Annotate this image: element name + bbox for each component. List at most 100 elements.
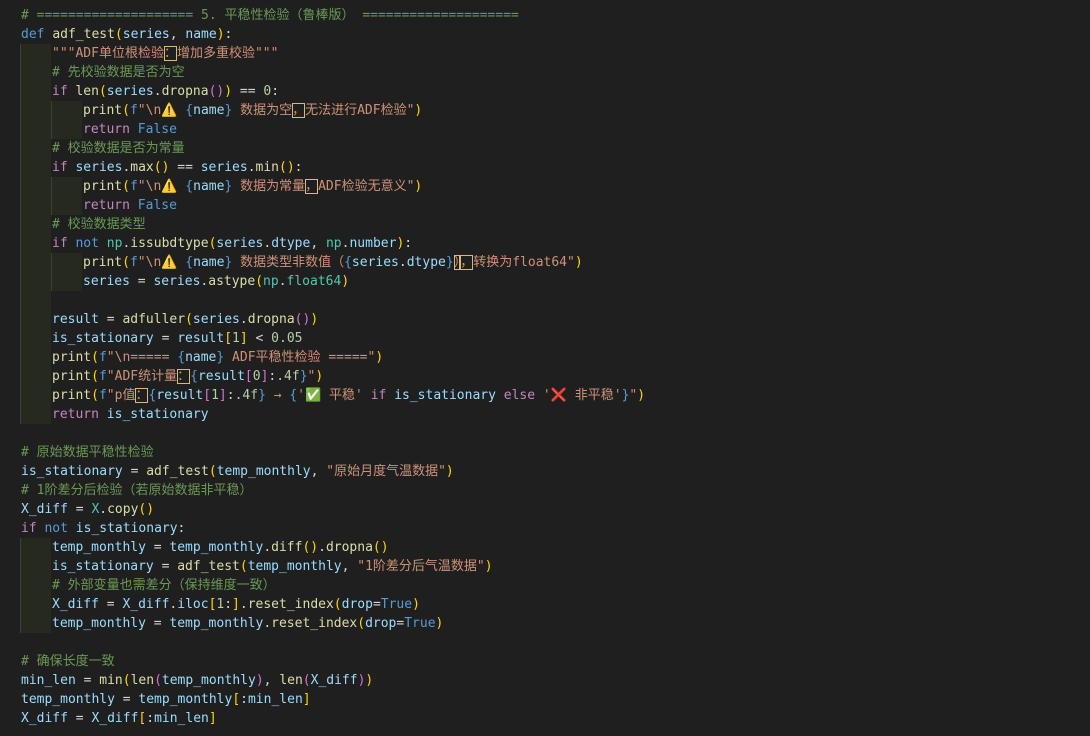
code-token: series: [200, 160, 248, 175]
code-token: name: [193, 103, 225, 118]
code-token: issubdtype: [130, 236, 209, 251]
code-token: .4f: [234, 388, 259, 403]
code-token: ,: [169, 27, 186, 42]
code-line[interactable]: is_stationary = result[1] < 0.05: [20, 329, 1090, 348]
code-line[interactable]: if not np.issubdtype(series.dtype, np.nu…: [20, 234, 1090, 253]
code-token: "\n: [137, 179, 162, 194]
code-line[interactable]: print(f"\n⚠️ {name} 数据为空，无法进行ADF检验"): [20, 101, 1090, 120]
code-token: 非平稳': [566, 388, 622, 403]
code-text: X_diff = X_diff.iloc[1:].reset_index(dro…: [21, 597, 420, 612]
code-token: .: [153, 84, 162, 99]
code-token: """ADF单位根检验: [52, 46, 164, 61]
code-token: ,: [310, 236, 326, 251]
code-line[interactable]: [21, 633, 1090, 652]
code-line[interactable]: result = adfuller(series.dropna()): [20, 310, 1090, 329]
code-token: X_diff: [21, 502, 68, 517]
code-line[interactable]: return False: [20, 196, 1090, 215]
code-token: np: [263, 274, 279, 289]
code-token: number: [349, 236, 397, 251]
code-token: else: [503, 388, 536, 403]
code-token: temp_monthly: [21, 692, 115, 707]
code-token: if: [370, 388, 387, 403]
code-token: dtype: [406, 255, 446, 270]
code-line[interactable]: # ==================== 5. 平稳性检验（鲁棒版） ===…: [21, 6, 1090, 25]
ambiguous-char-highlight: ，: [305, 179, 319, 194]
code-line[interactable]: if not is_stationary:: [21, 519, 1090, 538]
code-line[interactable]: temp_monthly = temp_monthly[:min_len]: [21, 690, 1090, 709]
code-token: "\n=====: [106, 350, 178, 365]
code-token: X_diff: [91, 711, 139, 726]
code-line[interactable]: # 原始数据平稳性检验: [21, 443, 1090, 462]
code-line[interactable]: is_stationary = adf_test(temp_monthly, "…: [20, 557, 1090, 576]
code-text: if len(series.dropna()) == 0:: [21, 84, 279, 99]
code-line[interactable]: print(f"ADF统计量：{result[0]:.4f}"): [20, 367, 1090, 386]
code-line[interactable]: return False: [20, 120, 1090, 139]
code-line[interactable]: return is_stationary: [20, 405, 1090, 424]
code-token: X_diff: [52, 597, 99, 612]
code-token: ==: [232, 84, 264, 99]
code-text: print(f"\n⚠️ {name} 数据为空，无法进行ADF检验"): [21, 103, 422, 118]
code-line[interactable]: [21, 424, 1090, 443]
code-token: name: [185, 27, 217, 42]
code-line[interactable]: # 校验数据类型: [20, 215, 1090, 234]
code-token: "ADF统计量: [106, 369, 178, 384]
code-line[interactable]: X_diff = X.copy(): [21, 500, 1090, 519]
code-token: ]: [239, 331, 248, 346]
code-token: len: [279, 673, 303, 688]
code-line[interactable]: X_diff = X_diff[:min_len]: [21, 709, 1090, 728]
code-token: ): [435, 616, 444, 631]
code-line[interactable]: if series.max() == series.min():: [20, 158, 1090, 177]
code-line[interactable]: is_stationary = adf_test(temp_monthly, "…: [21, 462, 1090, 481]
code-token: # 校验数据是否为常量: [52, 141, 185, 156]
code-line[interactable]: X_diff = X_diff.iloc[1:].reset_index(dro…: [20, 595, 1090, 614]
code-line[interactable]: """ADF单位根检验：增加多重校验""": [20, 44, 1090, 63]
warning-icon: ⚠️: [161, 103, 178, 118]
code-token: :: [226, 388, 235, 403]
code-text: is_stationary = adf_test(temp_monthly, "…: [21, 464, 454, 479]
code-token: temp_monthly: [216, 464, 311, 479]
code-line[interactable]: temp_monthly = temp_monthly.diff().dropn…: [20, 538, 1090, 557]
code-line[interactable]: def adf_test(series, name):: [21, 25, 1090, 44]
code-token: adfuller: [122, 312, 186, 327]
warning-icon: ⚠️: [161, 179, 178, 194]
code-line[interactable]: temp_monthly = temp_monthly.reset_index(…: [20, 614, 1090, 633]
code-line[interactable]: print(f"\n⚠️ {name} 数据类型非数值（{series.dtyp…: [20, 253, 1090, 272]
code-line[interactable]: # 确保长度一致: [21, 652, 1090, 671]
code-area[interactable]: # ==================== 5. 平稳性检验（鲁棒版） ===…: [20, 6, 1090, 728]
code-token: name: [193, 255, 225, 270]
code-token: [: [203, 388, 212, 403]
code-token: ]: [302, 692, 311, 707]
code-token: # 校验数据类型: [52, 217, 146, 232]
code-token: ): [414, 179, 423, 194]
ambiguous-char-highlight: ：: [177, 369, 191, 384]
code-token: result: [52, 312, 99, 327]
code-token: series: [83, 274, 130, 289]
code-line[interactable]: if len(series.dropna()) == 0:: [20, 82, 1090, 101]
code-line[interactable]: # 1阶差分后检验（若原始数据非平稳）: [21, 481, 1090, 500]
code-line[interactable]: print(f"\n⚠️ {name} 数据为常量，ADF检验无意义"): [20, 177, 1090, 196]
code-token: temp_monthly: [138, 692, 233, 707]
code-text: # 外部变量也需差分（保持维度一致）: [21, 578, 276, 593]
code-token: (): [372, 540, 389, 555]
code-token: ): [315, 369, 324, 384]
code-line[interactable]: print(f"\n===== {name} ADF平稳性检验 ====="): [20, 348, 1090, 367]
code-text: print(f"\n===== {name} ADF平稳性检验 ====="): [21, 350, 383, 365]
code-token: dtype: [271, 236, 311, 251]
code-token: (: [357, 616, 366, 631]
code-line[interactable]: min_len = min(len(temp_monthly), len(X_d…: [21, 671, 1090, 690]
code-text: print(f"ADF统计量：{result[0]:.4f}"): [21, 369, 323, 384]
code-line[interactable]: # 先校验数据是否为空: [20, 63, 1090, 82]
code-line[interactable]: series = series.astype(np.float64): [20, 272, 1090, 291]
code-token: max: [130, 160, 154, 175]
code-token: {: [185, 179, 194, 194]
code-line[interactable]: # 校验数据是否为常量: [20, 139, 1090, 158]
code-line[interactable]: [20, 291, 1090, 310]
code-token: 数据为常量: [232, 179, 306, 194]
code-token: adf_test: [52, 27, 115, 42]
code-line[interactable]: print(f"p值：{result[1]:.4f} → {'✅ 平稳' if …: [20, 386, 1090, 405]
code-line[interactable]: # 外部变量也需差分（保持维度一致）: [20, 576, 1090, 595]
ambiguous-char-highlight: ：: [135, 388, 149, 403]
code-editor[interactable]: # ==================== 5. 平稳性检验（鲁棒版） ===…: [0, 0, 1090, 736]
